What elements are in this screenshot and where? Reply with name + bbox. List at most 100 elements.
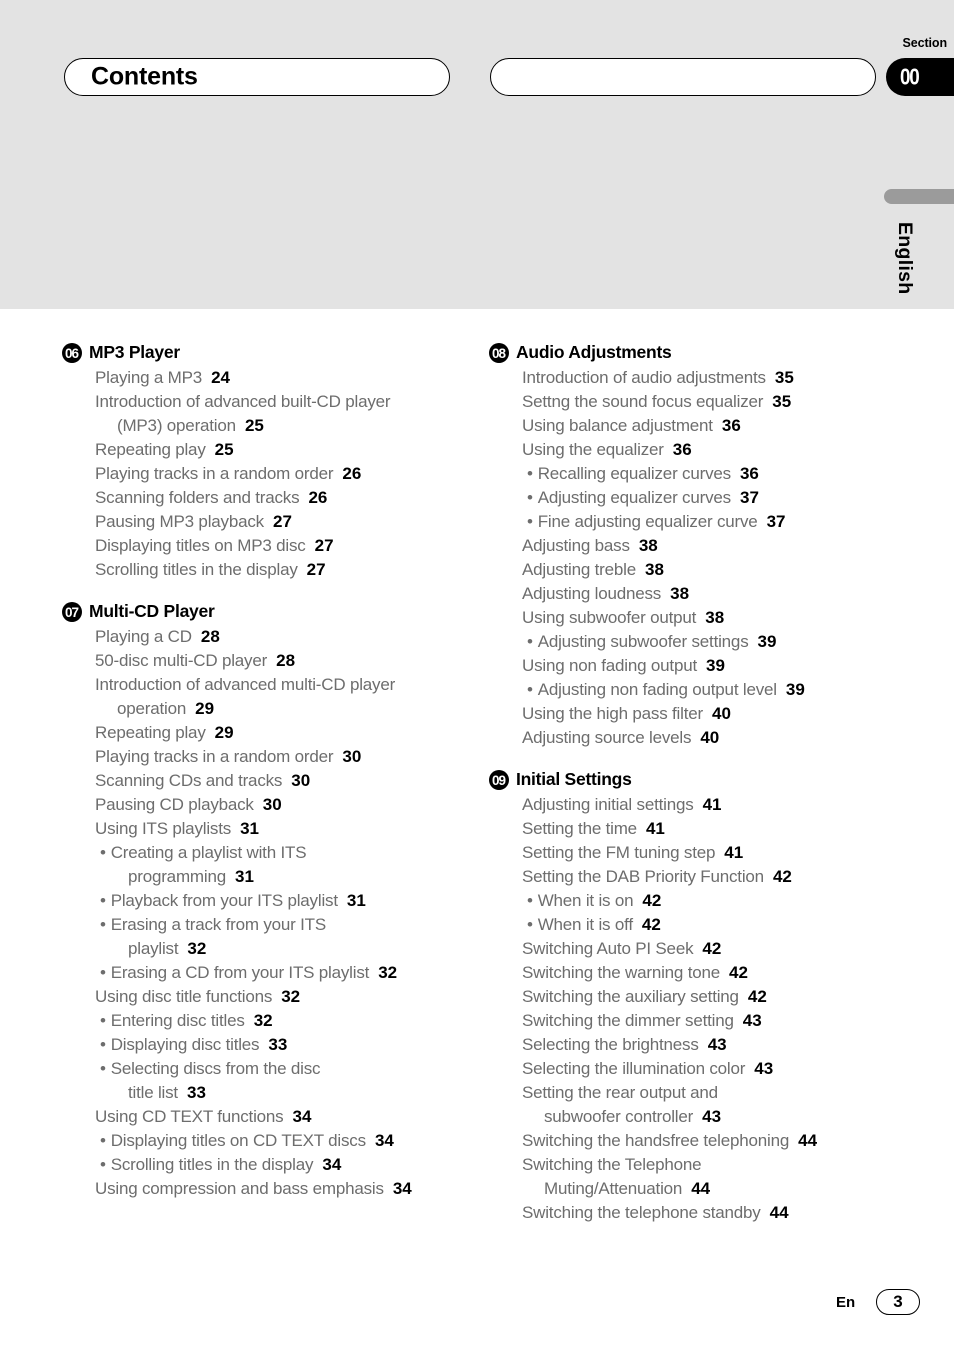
toc-entry-label: Displaying titles on MP3 disc <box>95 536 306 555</box>
toc-entry-page: 37 <box>766 512 786 531</box>
toc-entry[interactable]: Using non fading output 39 <box>489 654 889 678</box>
toc-entry-page: 38 <box>638 536 658 555</box>
toc-entry-label: Switching Auto PI Seek <box>522 939 694 958</box>
toc-entry[interactable]: Displaying titles on MP3 disc 27 <box>62 534 462 558</box>
toc-entry-label: Playing a MP3 <box>95 368 203 387</box>
toc-entry-page: 44 <box>691 1179 711 1198</box>
toc-entry-label: Selecting the brightness <box>522 1035 699 1054</box>
toc-entry[interactable]: Setting the DAB Priority Function 42 <box>489 865 889 889</box>
toc-section: 07 Multi-CD Player Playing a CD 28 50-disc … <box>62 600 462 1201</box>
toc-entry-page: 39 <box>706 656 725 675</box>
toc-entry-label: Setting the DAB Priority Function <box>522 867 764 886</box>
toc-entry[interactable]: Using CD TEXT functions 34 <box>62 1105 462 1129</box>
toc-entry[interactable]: Using disc title functions 32 <box>62 985 462 1009</box>
toc-entry[interactable]: Introduction of advanced multi-CD player… <box>62 673 462 721</box>
toc-entry[interactable]: Using compression and bass emphasis 34 <box>62 1177 462 1201</box>
toc-entry[interactable]: Adjusting bass 38 <box>489 534 889 558</box>
toc-entry[interactable]: Playing a MP3 24 <box>62 366 462 390</box>
toc-entry[interactable]: • When it is on 42 <box>489 889 889 913</box>
toc-entry[interactable]: • Scrolling titles in the display 34 <box>62 1153 462 1177</box>
toc-entry[interactable]: Using the high pass filter 40 <box>489 702 889 726</box>
toc-entry[interactable]: Selecting the illumination color 43 <box>489 1057 889 1081</box>
toc-entry[interactable]: Selecting the brightness 43 <box>489 1033 889 1057</box>
toc-entry-label: 50-disc multi-CD player <box>95 651 268 670</box>
toc-entry[interactable]: Setting the FM tuning step 41 <box>489 841 889 865</box>
toc-entry[interactable]: 50-disc multi-CD player 28 <box>62 649 462 673</box>
toc-entry[interactable]: • Adjusting subwoofer settings 39 <box>489 630 889 654</box>
section-badge-icon: 06 <box>62 343 82 363</box>
bullet-icon: • <box>100 843 111 862</box>
toc-entry[interactable]: Using subwoofer output 38 <box>489 606 889 630</box>
toc-entry[interactable]: • Recalling equalizer curves 36 <box>489 462 889 486</box>
toc-entry[interactable]: • Displaying disc titles 33 <box>62 1033 462 1057</box>
toc-entry[interactable]: • When it is off 42 <box>489 913 889 937</box>
toc-entry[interactable]: Pausing CD playback 30 <box>62 793 462 817</box>
toc-entry-page: 34 <box>322 1155 342 1174</box>
toc-entry-label: Scanning CDs and tracks <box>95 771 283 790</box>
toc-entry-label: Selecting the illumination color <box>522 1059 746 1078</box>
toc-entry[interactable]: • Erasing a CD from your ITS playlist 32 <box>62 961 462 985</box>
toc-section-heading[interactable]: 06 MP3 Player <box>62 341 462 364</box>
toc-entry[interactable]: Using the equalizer 36 <box>489 438 889 462</box>
toc-entry[interactable]: Switching the dimmer setting 43 <box>489 1009 889 1033</box>
toc-entry[interactable]: Switching the Telephone Muting/Attenuatio… <box>489 1153 889 1201</box>
toc-entry[interactable]: • Adjusting non fading output level 39 <box>489 678 889 702</box>
footer-language-code: En <box>836 1294 856 1311</box>
toc-entry[interactable]: Setting the time 41 <box>489 817 889 841</box>
toc-entry-continuation: title list 33 <box>128 1083 206 1102</box>
toc-entry[interactable]: Playing tracks in a random order 26 <box>62 462 462 486</box>
toc-entry-page: 43 <box>754 1059 774 1078</box>
toc-entry-label: Scanning folders and tracks <box>95 488 300 507</box>
toc-entry[interactable]: Scanning folders and tracks 26 <box>62 486 462 510</box>
toc-section-heading[interactable]: 08 Audio Adjustments <box>489 341 889 364</box>
toc-entry[interactable]: Setting the rear output and subwoofer con… <box>489 1081 889 1129</box>
toc-entry[interactable]: • Displaying titles on CD TEXT discs 34 <box>62 1129 462 1153</box>
toc-entry[interactable]: Repeating play 29 <box>62 721 462 745</box>
toc-entry[interactable]: • Playback from your ITS playlist 31 <box>62 889 462 913</box>
toc-entry[interactable]: • Selecting discs from the disc title lis… <box>62 1057 462 1105</box>
toc-entry[interactable]: • Adjusting equalizer curves 37 <box>489 486 889 510</box>
toc-entry[interactable]: Using ITS playlists 31 <box>62 817 462 841</box>
section-badge-icon: 08 <box>489 343 509 363</box>
toc-entry-label: Adjusting non fading output level <box>537 680 777 699</box>
toc-entry-page: 31 <box>346 891 366 910</box>
toc-entry-page: 42 <box>747 987 767 1006</box>
toc-entry[interactable]: Playing tracks in a random order 30 <box>62 745 462 769</box>
toc-entry[interactable]: • Erasing a track from your ITS playlist … <box>62 913 462 961</box>
toc-entry[interactable]: Switching Auto PI Seek 42 <box>489 937 889 961</box>
toc-entry[interactable]: Scanning CDs and tracks 30 <box>62 769 462 793</box>
toc-entry-label: Repeating play <box>95 440 206 459</box>
toc-entry[interactable]: Repeating play 25 <box>62 438 462 462</box>
toc-entry[interactable]: Playing a CD 28 <box>62 625 462 649</box>
toc-entry[interactable]: Using balance adjustment 36 <box>489 414 889 438</box>
toc-entry[interactable]: Switching the handsfree telephoning 44 <box>489 1129 889 1153</box>
toc-entry-label: Using compression and bass emphasis <box>95 1179 384 1198</box>
toc-entry[interactable]: Switching the telephone standby 44 <box>489 1201 889 1225</box>
toc-entry[interactable]: • Creating a playlist with ITS programmin… <box>62 841 462 889</box>
toc-entry[interactable]: Switching the warning tone 42 <box>489 961 889 985</box>
toc-entry-page: 37 <box>739 488 759 507</box>
toc-entry-page: 34 <box>392 1179 412 1198</box>
toc-entry[interactable]: • Fine adjusting equalizer curve 37 <box>489 510 889 534</box>
secondary-title-pill <box>490 58 876 96</box>
toc-entry-label: Introduction of advanced built-CD player <box>95 392 391 411</box>
toc-entry[interactable]: Pausing MP3 playback 27 <box>62 510 462 534</box>
toc-entry[interactable]: Adjusting initial settings 41 <box>489 793 889 817</box>
toc-entry[interactable]: Adjusting treble 38 <box>489 558 889 582</box>
toc-section-heading[interactable]: 09 Initial Settings <box>489 768 889 791</box>
toc-entry[interactable]: Settng the sound focus equalizer 35 <box>489 390 889 414</box>
toc-entry-label: Adjusting equalizer curves <box>537 488 731 507</box>
toc-section-title: Initial Settings <box>516 769 632 789</box>
toc-entry-page: 34 <box>374 1131 394 1150</box>
toc-entry[interactable]: Introduction of audio adjustments 35 <box>489 366 889 390</box>
toc-entry[interactable]: Introduction of advanced built-CD player… <box>62 390 462 438</box>
toc-entry[interactable]: Switching the auxiliary setting 42 <box>489 985 889 1009</box>
toc-entry[interactable]: • Entering disc titles 32 <box>62 1009 462 1033</box>
toc-section-heading[interactable]: 07 Multi-CD Player <box>62 600 462 623</box>
section-badge-icon: 09 <box>489 770 509 790</box>
toc-entry[interactable]: Scrolling titles in the display 27 <box>62 558 462 582</box>
toc-entry-label: Adjusting loudness <box>522 584 662 603</box>
toc-entry[interactable]: Adjusting loudness 38 <box>489 582 889 606</box>
toc-entry-continuation: subwoofer controller 43 <box>544 1107 722 1126</box>
toc-entry[interactable]: Adjusting source levels 40 <box>489 726 889 750</box>
